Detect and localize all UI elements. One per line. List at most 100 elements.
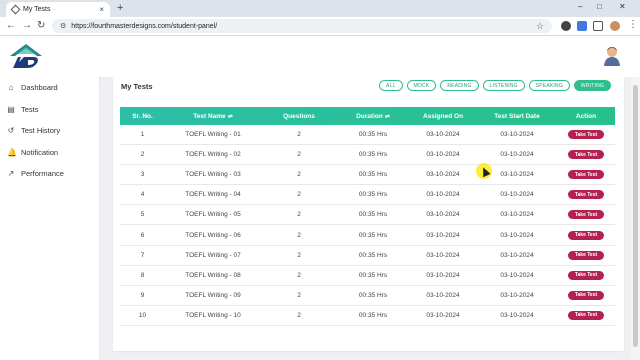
sort-icon[interactable]: ⇌ — [228, 114, 233, 120]
cell-test-name: TOEFL Writing - 03 — [185, 171, 241, 179]
table-row: 1 TOEFL Writing - 01 2 00:35 Hrs 03-10-2024 0… — [120, 125, 615, 146]
cell-test-start-date: 03-10-2024 — [500, 311, 534, 319]
cell-test-start-date: 03-10-2024 — [500, 251, 534, 259]
new-tab-button[interactable]: + — [117, 2, 123, 14]
cell-questions: 2 — [297, 151, 301, 159]
take-test-button[interactable]: Take Test — [568, 190, 604, 200]
cell-sr-no: 7 — [140, 251, 145, 259]
col-test-name-label: Test Name — [193, 112, 226, 120]
sidebar-item-label: Test History — [21, 125, 61, 135]
cell-questions: 2 — [297, 231, 301, 239]
sort-icon[interactable]: ⇌ — [385, 114, 390, 120]
filter-mock[interactable]: MOCK — [406, 80, 437, 91]
take-test-button[interactable]: Take Test — [568, 270, 604, 280]
cell-sr-no: 4 — [140, 191, 145, 199]
home-icon: ⌂ — [8, 82, 14, 92]
col-duration[interactable]: Duration ⇌ — [337, 113, 409, 120]
sidebar-item-notification[interactable]: 🔔 Notification — [0, 144, 100, 160]
sidebar: ⌂ Dashboard ▤ Tests ↺ Test History 🔔 Not… — [0, 77, 100, 360]
cell-action: Take Test — [557, 310, 615, 320]
page-scrollbar[interactable] — [631, 77, 640, 360]
cell-test-name: TOEFL Writing - 05 — [185, 211, 241, 219]
cell-questions: 2 — [297, 171, 301, 179]
history-icon: ↺ — [7, 125, 15, 135]
take-test-button[interactable]: Take Test — [568, 230, 604, 240]
sidebar-item-performance[interactable]: ↗ Performance — [0, 165, 100, 181]
bookmark-star-icon[interactable]: ☆ — [536, 21, 544, 32]
maximize-button[interactable]: □ — [597, 2, 602, 11]
sidebar-item-tests[interactable]: ▤ Tests — [0, 101, 100, 117]
cell-duration: 00:35 Hrs — [358, 231, 388, 239]
cell-test-start-date: 03-10-2024 — [500, 211, 534, 219]
forward-icon[interactable]: → — [22, 20, 32, 31]
cell-questions: 2 — [297, 311, 301, 319]
cell-assigned-on: 03-10-2024 — [426, 311, 460, 319]
cell-duration: 00:35 Hrs — [358, 131, 388, 139]
tests-table: Sr. No. Test Name ⇌ Questions Duration ⇌ A… — [120, 107, 615, 326]
col-test-name[interactable]: Test Name ⇌ — [165, 113, 261, 120]
col-sr-no: Sr. No. — [132, 112, 153, 120]
cell-action: Take Test — [557, 170, 615, 180]
col-action: Action — [575, 112, 597, 120]
shield-extension-icon[interactable] — [577, 21, 587, 31]
cell-action: Take Test — [557, 210, 615, 220]
cell-sr-no: 9 — [140, 291, 145, 299]
extensions-puzzle-icon[interactable] — [593, 21, 603, 31]
cell-duration: 00:35 Hrs — [358, 191, 388, 199]
cell-assigned-on: 03-10-2024 — [426, 271, 460, 279]
profile-icon[interactable] — [610, 21, 620, 31]
col-assigned-on: Assigned On — [422, 112, 464, 120]
cell-duration: 00:35 Hrs — [358, 171, 388, 179]
sidebar-item-test-history[interactable]: ↺ Test History — [0, 122, 100, 138]
user-avatar[interactable] — [603, 44, 621, 66]
back-icon[interactable]: ← — [6, 20, 16, 31]
take-test-button[interactable]: Take Test — [568, 310, 604, 320]
browser-tab[interactable]: My Tests × — [6, 2, 110, 17]
cell-test-start-date: 03-10-2024 — [500, 291, 534, 299]
cell-duration: 00:35 Hrs — [358, 271, 388, 279]
cell-assigned-on: 03-10-2024 — [426, 131, 460, 139]
take-test-button[interactable]: Take Test — [568, 150, 604, 160]
address-bar[interactable]: ⚙ https://fourthmasterdesigns.com/studen… — [52, 19, 552, 33]
extension-icon[interactable] — [561, 21, 571, 31]
cell-action: Take Test — [557, 150, 615, 160]
table-row: 10 TOEFL Writing - 10 2 00:35 Hrs 03-10-2024… — [120, 306, 615, 326]
sidebar-item-dashboard[interactable]: ⌂ Dashboard — [0, 79, 100, 95]
cell-questions: 2 — [297, 211, 301, 219]
test-type-filters: ALL MOCK READING LISTENING SPEAKING WRIT… — [379, 80, 611, 91]
cell-test-start-date: 03-10-2024 — [500, 151, 534, 159]
brand-logo[interactable] — [6, 40, 46, 72]
take-test-button[interactable]: Take Test — [568, 290, 604, 300]
table-row: 8 TOEFL Writing - 08 2 00:35 Hrs 03-10-2024 0… — [120, 266, 615, 286]
scrollbar-thumb[interactable] — [633, 85, 638, 347]
take-test-button[interactable]: Take Test — [568, 170, 604, 180]
cell-assigned-on: 03-10-2024 — [426, 231, 460, 239]
minimize-button[interactable]: – — [578, 2, 582, 11]
filter-reading[interactable]: READING — [440, 80, 479, 91]
cell-sr-no: 8 — [140, 271, 145, 279]
cell-assigned-on: 03-10-2024 — [426, 291, 460, 299]
cell-assigned-on: 03-10-2024 — [426, 191, 460, 199]
take-test-button[interactable]: Take Test — [568, 130, 604, 140]
take-test-button[interactable]: Take Test — [568, 210, 604, 220]
table-body: 1 TOEFL Writing - 01 2 00:35 Hrs 03-10-2024 0… — [120, 125, 615, 326]
table-row: 3 TOEFL Writing - 03 2 00:35 Hrs 03-10-2024 0… — [120, 165, 615, 186]
url-text: https://fourthmasterdesigns.com/student-… — [71, 22, 218, 30]
cell-questions: 2 — [297, 191, 301, 199]
cell-questions: 2 — [297, 131, 301, 139]
cell-test-start-date: 03-10-2024 — [500, 231, 534, 239]
site-info-icon[interactable]: ⚙ — [60, 22, 66, 30]
browser-menu-icon[interactable]: ⋮ — [628, 19, 638, 30]
take-test-button[interactable]: Take Test — [568, 250, 604, 260]
table-row: 7 TOEFL Writing - 07 2 00:35 Hrs 03-10-2024 0… — [120, 246, 615, 266]
cell-duration: 00:35 Hrs — [358, 151, 388, 159]
filter-all[interactable]: ALL — [379, 80, 403, 91]
cell-test-name: TOEFL Writing - 02 — [185, 151, 241, 159]
tab-close-icon[interactable]: × — [99, 5, 104, 14]
reload-icon[interactable]: ↻ — [37, 20, 45, 31]
filter-writing[interactable]: WRITING — [573, 80, 611, 91]
filter-listening[interactable]: LISTENING — [482, 80, 525, 91]
close-window-button[interactable]: ✕ — [619, 2, 626, 11]
col-questions: Questions — [283, 112, 315, 120]
filter-speaking[interactable]: SPEAKING — [528, 80, 570, 91]
